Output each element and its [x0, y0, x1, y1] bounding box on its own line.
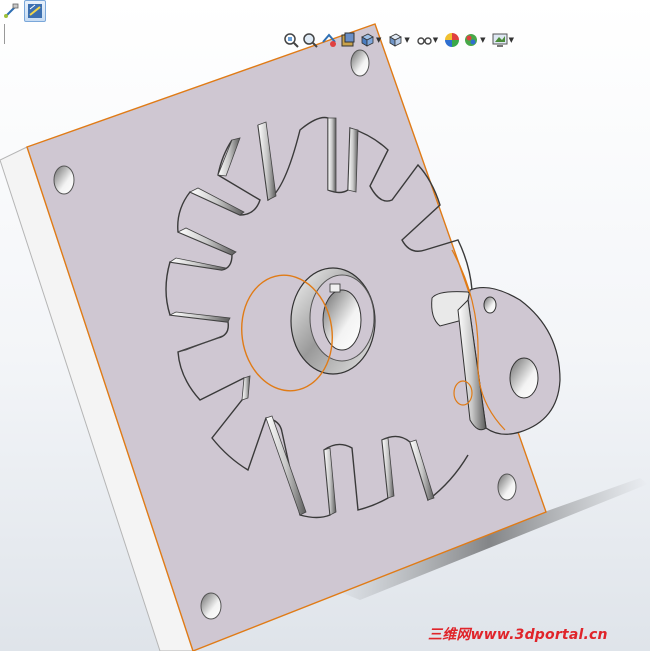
mounting-hole[interactable]	[53, 165, 75, 195]
heads-up-view-toolbar: ▼ ▼ ▼ ▼ ▼	[283, 30, 517, 50]
keyway	[329, 283, 341, 293]
sketch-relations-icon	[4, 3, 19, 18]
crank-pivot-hole[interactable]	[483, 296, 497, 314]
hide-show-items-icon[interactable]	[416, 32, 432, 48]
view-settings-icon[interactable]	[492, 32, 508, 48]
mounting-hole[interactable]	[200, 592, 222, 620]
smart-dimension-button[interactable]	[24, 0, 46, 22]
mounting-hole[interactable]	[350, 49, 370, 77]
chevron-down-icon[interactable]: ▼	[480, 36, 485, 44]
chevron-down-icon[interactable]: ▼	[433, 36, 438, 44]
hub-bore[interactable]	[322, 289, 362, 351]
edit-appearance-icon[interactable]	[444, 32, 460, 48]
chevron-down-icon[interactable]: ▼	[376, 36, 381, 44]
apply-scene-icon[interactable]	[463, 32, 479, 48]
section-view-icon[interactable]	[340, 32, 356, 48]
sketch-relations-button[interactable]	[0, 0, 22, 22]
chevron-down-icon[interactable]: ▼	[404, 36, 409, 44]
previous-view-icon[interactable]	[321, 32, 337, 48]
command-toolbar	[0, 0, 46, 24]
crank-large-hole[interactable]	[509, 357, 539, 399]
smart-dimension-icon	[28, 4, 42, 18]
panel-divider	[0, 24, 5, 44]
watermark-text: 三维网www.3dportal.cn	[428, 627, 608, 643]
zoom-to-fit-icon[interactable]	[283, 32, 299, 48]
display-style-icon[interactable]	[387, 32, 403, 48]
graphics-viewport[interactable]	[0, 0, 650, 651]
zoom-to-area-icon[interactable]	[302, 32, 318, 48]
mounting-hole[interactable]	[497, 473, 517, 501]
center-hub[interactable]	[290, 267, 376, 375]
chevron-down-icon[interactable]: ▼	[509, 36, 514, 44]
view-orientation-icon[interactable]	[359, 32, 375, 48]
